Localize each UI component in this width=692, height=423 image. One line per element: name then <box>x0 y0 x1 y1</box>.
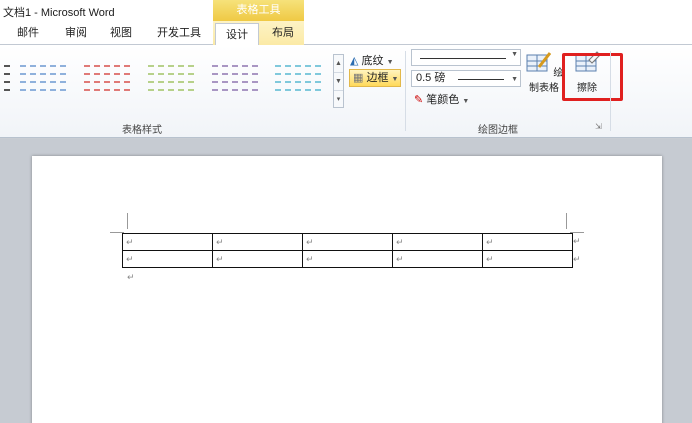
table-cell[interactable]: ↵ <box>482 233 573 251</box>
table-cell[interactable]: ↵ <box>212 250 303 268</box>
draw-table-icon <box>526 52 551 72</box>
table-cell[interactable]: ↵ <box>392 233 483 251</box>
table-cell[interactable]: ↵ <box>392 250 483 268</box>
chevron-down-icon: ▼ <box>462 98 470 105</box>
scroll-up-icon[interactable]: ▲ <box>334 55 343 73</box>
scroll-down-icon[interactable]: ▼ <box>334 73 343 91</box>
table-style-swatch[interactable] <box>18 57 68 97</box>
table-cell[interactable]: ↵ <box>302 233 393 251</box>
margin-corner-mark <box>566 213 567 229</box>
chevron-down-icon: ▼ <box>391 76 399 83</box>
chevron-down-icon: ▼ <box>511 76 518 83</box>
watermark-url: zhinan.sogou.com <box>516 381 622 393</box>
title-bar: 文档1 - Microsoft Word 表格工具 <box>0 0 692 21</box>
margin-corner-mark <box>127 213 128 229</box>
table-styles-gallery: ▲ ▼ ▾ <box>0 50 344 114</box>
tab-design[interactable]: 设计 <box>215 23 259 46</box>
eraser-highlight-annotation <box>562 53 623 101</box>
row-end-mark: ↵ <box>573 236 581 246</box>
line-style-preview <box>420 58 506 59</box>
table-style-swatch[interactable] <box>210 57 260 97</box>
table-row: ↵ ↵ ↵ ↵ ↵ <box>122 233 573 251</box>
table-style-swatch[interactable] <box>0 57 12 97</box>
ribbon: ▲ ▼ ▾ ◭ 底纹 ▼ ▦ 边框 ▼ ▼ 0.5 磅 ▼ ✎ 笔颜色 ▼ 绘制… <box>0 45 692 138</box>
group-separator <box>610 51 611 131</box>
table-row: ↵ ↵ ↵ ↵ ↵ <box>122 250 573 268</box>
group-separator <box>405 51 406 131</box>
sogou-logo-icon: S <box>513 342 539 369</box>
gallery-scrollbar[interactable]: ▲ ▼ ▾ <box>333 54 344 108</box>
borders-button[interactable]: ▦ 边框 ▼ <box>349 69 401 87</box>
table-cell[interactable]: ↵ <box>122 233 213 251</box>
table-cell[interactable]: ↵ <box>212 233 303 251</box>
row-end-mark: ↵ <box>573 254 581 264</box>
line-weight-dropdown[interactable]: 0.5 磅 ▼ <box>411 70 521 87</box>
table-style-swatch[interactable] <box>82 57 132 97</box>
dialog-launcher-icon[interactable]: ⇲ <box>595 122 602 131</box>
chevron-down-icon: ▼ <box>511 51 518 58</box>
tab-view[interactable]: 视图 <box>110 25 132 45</box>
watermark: S 搜狗指南 <box>513 336 634 369</box>
ribbon-tab-row: 邮件 审阅 视图 开发工具 设计 布局 <box>0 21 692 46</box>
borders-label: 边框 <box>366 72 389 84</box>
tab-mailings[interactable]: 邮件 <box>17 25 39 45</box>
draw-borders-group-label: 绘图边框 <box>478 125 518 136</box>
table-cell[interactable]: ↵ <box>302 250 393 268</box>
shading-label: 底纹 <box>361 55 384 67</box>
window-title: 文档1 - Microsoft Word <box>3 7 115 19</box>
tab-layout[interactable]: 布局 <box>272 25 294 45</box>
table-styles-group-label: 表格样式 <box>122 125 162 136</box>
line-weight-value: 0.5 磅 <box>416 72 446 84</box>
table-style-swatch[interactable] <box>273 57 323 97</box>
border-grid-icon: ▦ <box>353 72 364 84</box>
draw-table-button[interactable]: 绘制表格 <box>522 51 566 99</box>
watermark-text: 搜狗指南 <box>541 341 634 366</box>
chevron-down-icon: ▼ <box>386 59 394 66</box>
tab-review[interactable]: 审阅 <box>65 25 87 45</box>
pen-color-button[interactable]: ✎ 笔颜色 ▼ <box>414 91 469 107</box>
table-cell[interactable]: ↵ <box>122 250 213 268</box>
pen-icon: ✎ <box>414 94 424 106</box>
tab-developer[interactable]: 开发工具 <box>157 25 201 45</box>
paragraph-mark: ↵ <box>127 272 135 282</box>
line-style-dropdown[interactable]: ▼ <box>411 49 521 66</box>
contextual-tab-table-tools: 表格工具 <box>213 0 304 21</box>
table-style-swatch[interactable] <box>146 57 196 97</box>
line-weight-preview <box>458 79 504 80</box>
shading-button[interactable]: ◭ 底纹 ▼ <box>350 52 394 68</box>
table-cell[interactable]: ↵ <box>482 250 573 268</box>
pen-color-label: 笔颜色 <box>426 94 460 106</box>
gallery-more-icon[interactable]: ▾ <box>334 91 343 109</box>
document-table[interactable]: ↵ ↵ ↵ ↵ ↵ ↵ ↵ ↵ ↵ ↵ <box>122 233 573 268</box>
paint-bucket-icon: ◭ <box>350 55 359 67</box>
